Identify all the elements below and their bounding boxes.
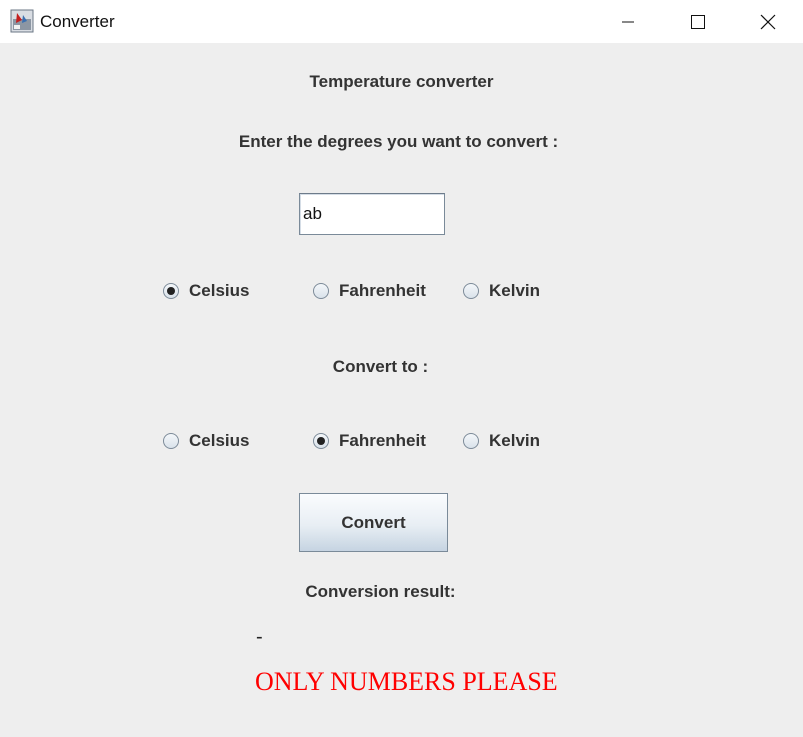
radio-label: Kelvin [489, 281, 541, 300]
window-title: Converter [40, 12, 115, 31]
maximize-icon [691, 14, 705, 29]
maximize-button[interactable] [675, 0, 721, 43]
minimize-button[interactable] [605, 0, 651, 43]
radio-label: Kelvin [489, 431, 541, 450]
radio-circle [463, 433, 479, 449]
result-value: - [256, 626, 263, 648]
close-icon [760, 14, 776, 29]
from-fahrenheit-radio[interactable]: Fahrenheit [313, 280, 426, 302]
convert-button[interactable]: Convert [299, 493, 448, 552]
convert-to-label: Convert to : [332, 357, 429, 376]
from-celsius-radio[interactable]: Celsius [163, 280, 249, 302]
radio-circle [163, 283, 179, 299]
radio-label: Celsius [189, 431, 250, 450]
radio-selected-dot [317, 437, 325, 445]
minimize-icon [622, 21, 634, 22]
degrees-field[interactable] [299, 193, 445, 235]
page-title: Temperature converter [309, 72, 494, 91]
error-message: ONLY NUMBERS PLEASE [255, 667, 558, 696]
java-app-icon [10, 9, 34, 33]
radio-label: Fahrenheit [339, 281, 426, 300]
close-button[interactable] [745, 0, 791, 43]
to-fahrenheit-radio[interactable]: Fahrenheit [313, 430, 426, 452]
result-label: Conversion result: [305, 582, 456, 601]
to-celsius-radio[interactable]: Celsius [163, 430, 249, 452]
from-kelvin-radio[interactable]: Kelvin [463, 280, 540, 302]
radio-circle [463, 283, 479, 299]
degrees-input[interactable] [300, 194, 443, 234]
radio-label: Fahrenheit [339, 431, 426, 450]
radio-circle [313, 283, 329, 299]
title-bar: Converter [0, 0, 803, 43]
radio-circle [163, 433, 179, 449]
radio-selected-dot [167, 287, 175, 295]
radio-circle [313, 433, 329, 449]
to-kelvin-radio[interactable]: Kelvin [463, 430, 540, 452]
radio-label: Celsius [189, 281, 250, 300]
degrees-prompt: Enter the degrees you want to convert : [238, 132, 559, 151]
